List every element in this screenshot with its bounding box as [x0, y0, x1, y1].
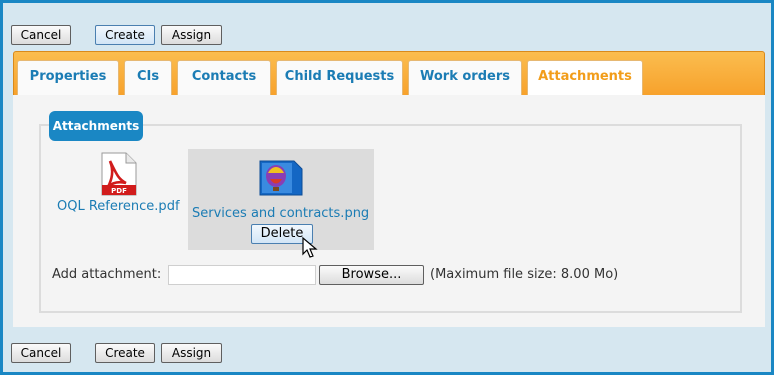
attachments-legend: Attachments	[49, 111, 143, 141]
cancel-button-top[interactable]: Cancel	[11, 25, 71, 45]
attachment-item[interactable]: Services and contracts.png Delete	[188, 149, 374, 258]
pdf-icon: PDF	[101, 152, 137, 196]
tab-work-orders[interactable]: Work orders	[408, 60, 522, 98]
tab-panel: Attachments PDF OQL Reference.pdf Servic…	[13, 95, 765, 327]
assign-button-top[interactable]: Assign	[161, 25, 222, 45]
attachment-item[interactable]: PDF OQL Reference.pdf	[53, 151, 183, 221]
svg-text:PDF: PDF	[111, 187, 127, 195]
create-button-bottom[interactable]: Create	[95, 343, 155, 363]
image-icon	[259, 160, 303, 196]
attachment-name[interactable]: OQL Reference.pdf	[57, 199, 180, 214]
tab-child-requests[interactable]: Child Requests	[276, 60, 403, 98]
tab-cis[interactable]: CIs	[124, 60, 172, 98]
tab-attachments[interactable]: Attachments	[527, 60, 643, 98]
attachment-name[interactable]: Services and contracts.png	[192, 206, 369, 221]
assign-button-bottom[interactable]: Assign	[161, 343, 222, 363]
cancel-button-bottom[interactable]: Cancel	[11, 343, 71, 363]
add-attachment-label: Add attachment:	[52, 267, 162, 282]
create-button-top[interactable]: Create	[95, 25, 155, 45]
tab-contacts[interactable]: Contacts	[177, 60, 271, 98]
file-path-input[interactable]	[168, 265, 316, 285]
window-frame: Cancel Create Assign Properties CIs Cont…	[3, 3, 771, 372]
browse-button[interactable]: Browse...	[319, 265, 424, 285]
max-file-size-text: (Maximum file size: 8.00 Mo)	[430, 267, 619, 282]
mouse-cursor-icon	[302, 237, 318, 258]
tab-properties[interactable]: Properties	[17, 60, 119, 98]
tab-strip: Properties CIs Contacts Child Requests W…	[13, 51, 765, 98]
